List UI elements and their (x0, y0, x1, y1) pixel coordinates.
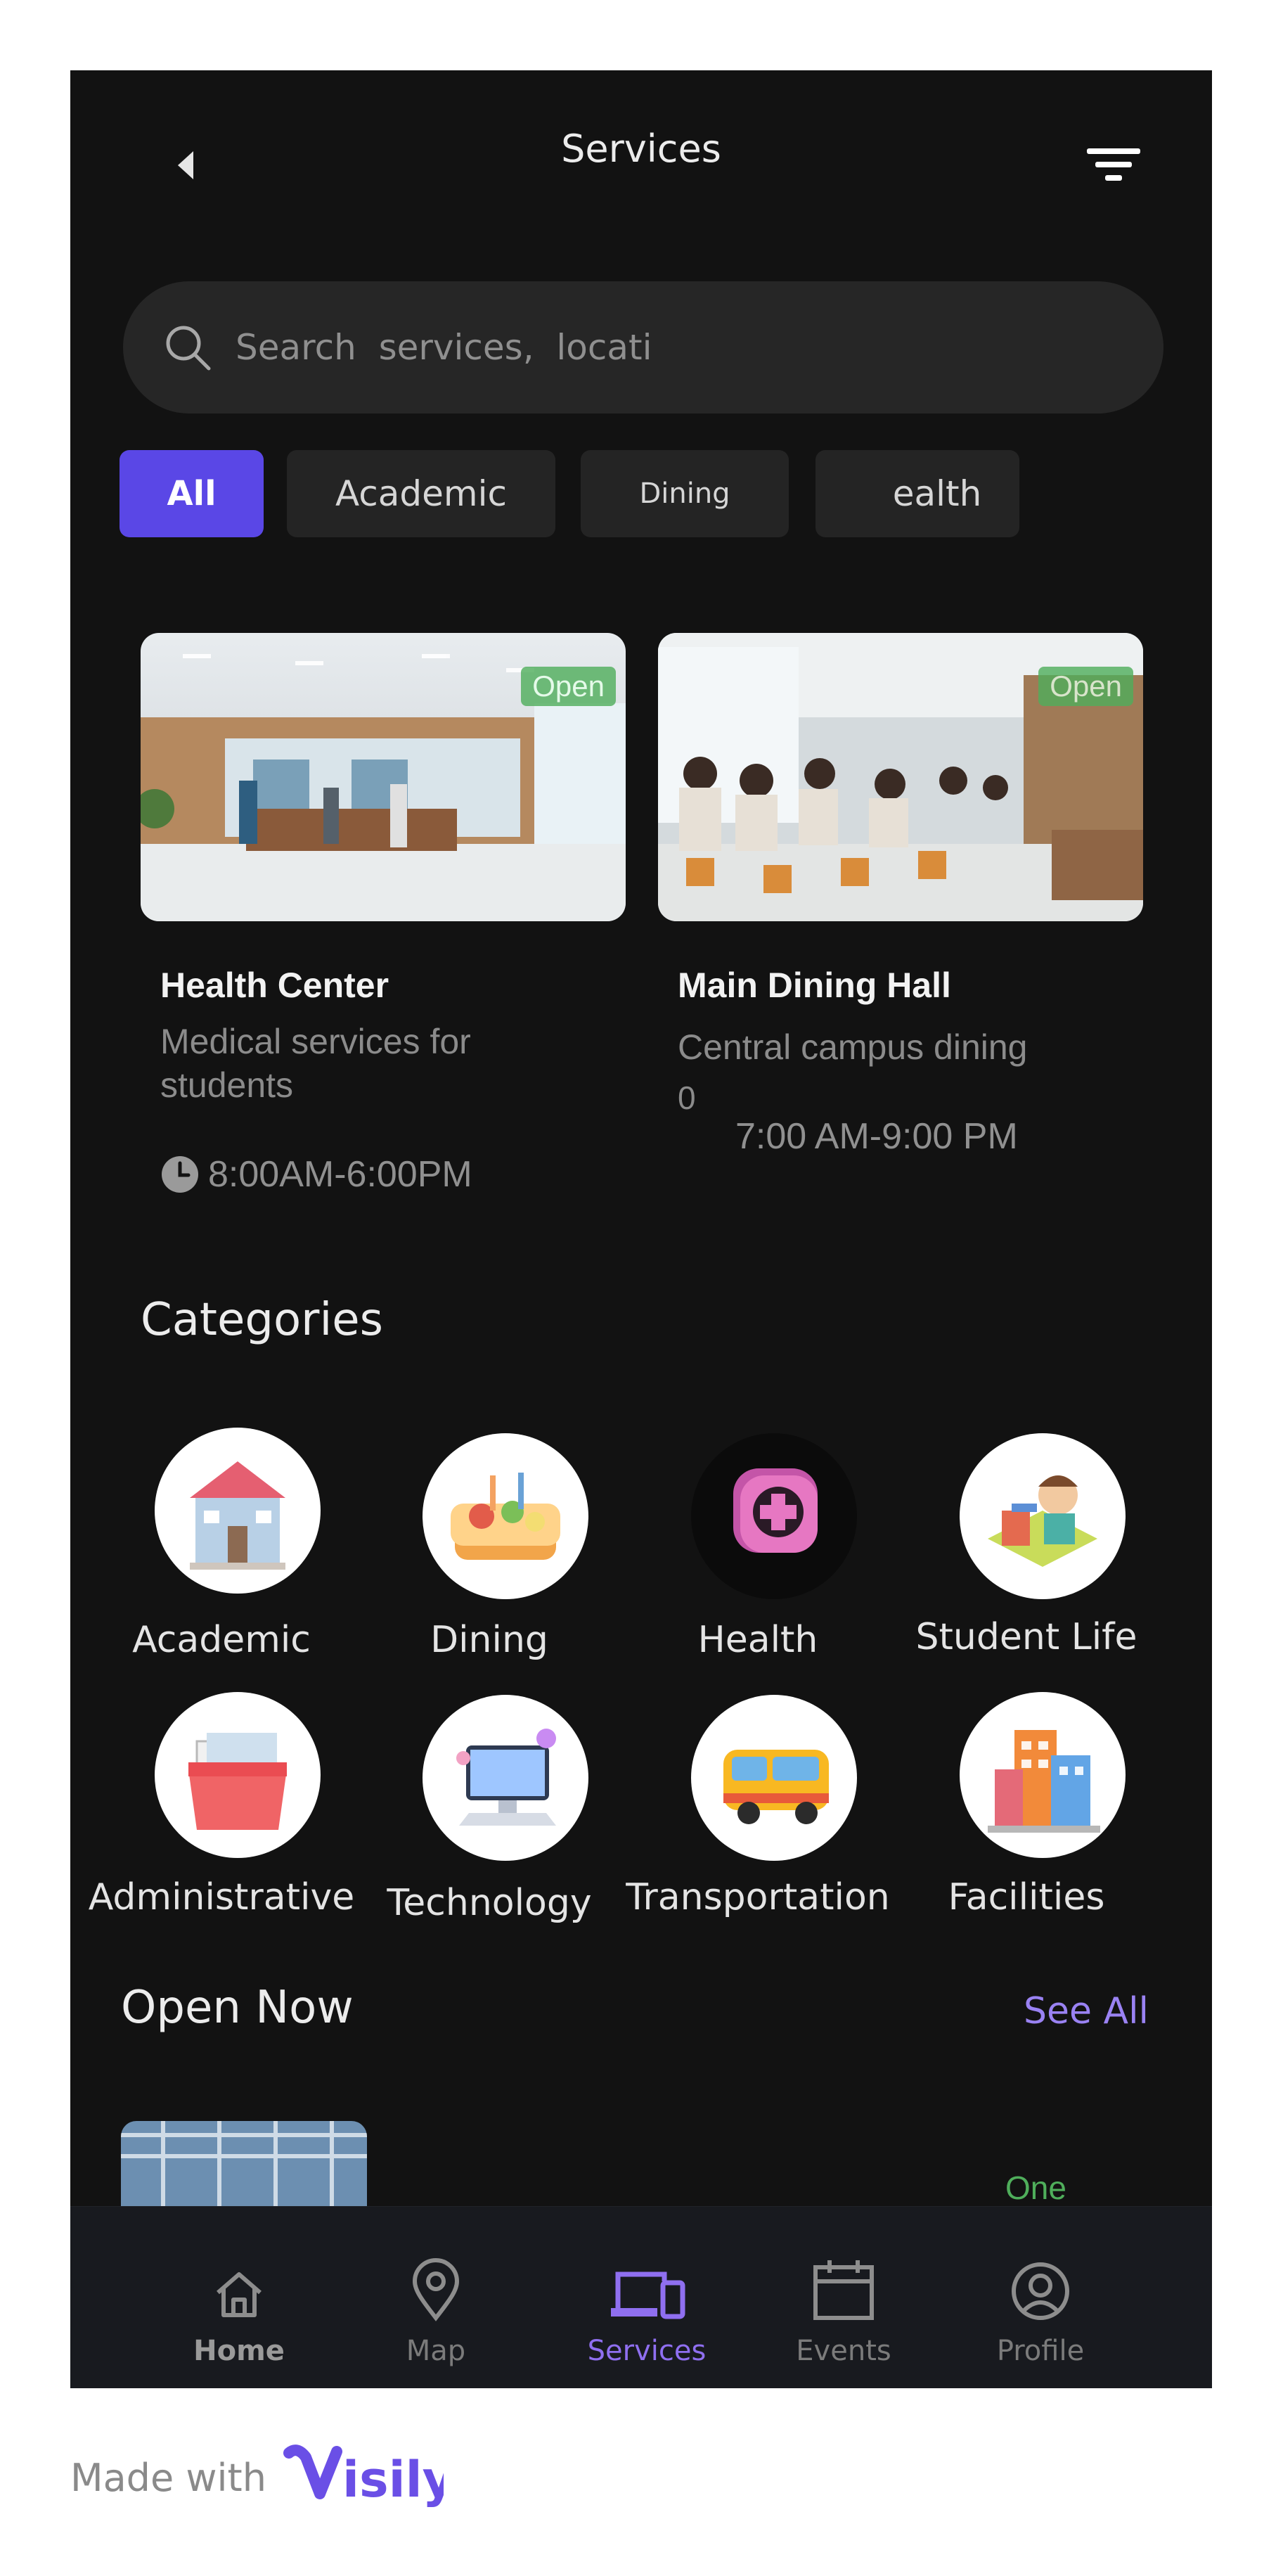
health-center-image: Open (141, 633, 626, 921)
map-pin-icon (412, 2258, 460, 2321)
chip-label: All (167, 474, 217, 513)
category-label: Transportation (626, 1876, 890, 1918)
visily-logo: isily (283, 2444, 444, 2508)
clock-icon (162, 1156, 198, 1193)
tab-label: Map (406, 2335, 466, 2367)
tab-home[interactable]: Home (169, 2252, 309, 2367)
student-studying-icon (960, 1433, 1126, 1599)
category-chips: All Academic Dining ealth (120, 450, 1174, 542)
tab-profile[interactable]: Profile (970, 2252, 1111, 2367)
header: Services (70, 70, 1212, 239)
tab-label: Profile (996, 2335, 1085, 2367)
home-icon (217, 2272, 262, 2317)
card-description-extra: 0 (678, 1079, 696, 1116)
chip-health[interactable]: ealth (815, 450, 1019, 537)
category-label: Administrative (88, 1876, 355, 1918)
file-box-icon (155, 1692, 321, 1858)
category-label: Student Life (915, 1616, 1137, 1658)
card-title: Health Center (160, 966, 389, 1005)
search-icon (160, 319, 216, 376)
medical-plus-icon (691, 1433, 857, 1599)
card-hours: 7:00 AM-9:00 PM (735, 1115, 1018, 1158)
dining-hall-image: Open (658, 633, 1143, 921)
computer-icon (423, 1695, 588, 1861)
card-description: Central campus dining (678, 1027, 1028, 1067)
tab-label: Events (796, 2335, 891, 2367)
hours-text: 7:00 AM-9:00 PM (735, 1116, 1018, 1157)
devices-icon (611, 2271, 685, 2319)
filter-icon (1087, 148, 1140, 181)
search-input[interactable] (234, 326, 1081, 369)
categories-heading: Categories (141, 1294, 383, 1346)
chip-all[interactable]: All (120, 450, 264, 537)
calendar-icon (813, 2260, 874, 2320)
made-with-text: Made with (70, 2455, 266, 2500)
tab-label: Home (193, 2335, 285, 2367)
tab-services[interactable]: Services (576, 2252, 717, 2367)
see-all-link[interactable]: See All (1024, 1990, 1149, 2032)
app-screen: Services All Academic Dining (70, 70, 1212, 2388)
category-label: Facilities (948, 1876, 1105, 1918)
chip-label: Dining (639, 478, 730, 510)
status-badge: Open (521, 667, 616, 706)
chip-academic[interactable]: Academic (287, 450, 555, 537)
user-circle-icon (1012, 2262, 1069, 2320)
buildings-icon (960, 1692, 1126, 1858)
page-title: Services (561, 127, 721, 171)
tab-events[interactable]: Events (773, 2252, 914, 2367)
card-description: Medical services for students (160, 1022, 471, 1105)
service-card-main-dining-hall[interactable]: Open Main Dining Hall Central campus din… (658, 633, 1143, 1157)
chip-label: ealth (892, 473, 982, 514)
chip-dining[interactable]: Dining (581, 450, 789, 537)
bottom-tab-bar: Home Map Services Events Profile (70, 2206, 1212, 2388)
category-label: Technology (387, 1882, 592, 1924)
card-hours: 8:00AM-6:00PM (160, 1153, 472, 1196)
card-title: Main Dining Hall (678, 966, 951, 1005)
open-now-thumbnail[interactable] (121, 2121, 367, 2212)
category-label: Health (697, 1619, 818, 1661)
status-badge: Open (1038, 667, 1133, 706)
school-building-icon (155, 1428, 321, 1594)
food-tray-icon (423, 1433, 588, 1599)
category-label: Academic (132, 1619, 311, 1661)
bus-icon (691, 1695, 857, 1861)
svg-text:isily: isily (342, 2451, 444, 2508)
filter-button[interactable] (1078, 137, 1149, 193)
open-now-heading: Open Now (121, 1982, 354, 2034)
made-with-watermark: Made with isily (70, 2439, 444, 2516)
tab-label: Services (587, 2335, 707, 2367)
category-label: Dining (430, 1619, 548, 1661)
open-status-text: One (1005, 2170, 1066, 2206)
tab-map[interactable]: Map (366, 2252, 506, 2367)
search-bar[interactable] (123, 281, 1163, 414)
service-card-health-center[interactable]: Open Health Center Medical services for … (141, 633, 626, 1195)
chip-label: Academic (335, 473, 508, 514)
hours-text: 8:00AM-6:00PM (208, 1154, 472, 1195)
